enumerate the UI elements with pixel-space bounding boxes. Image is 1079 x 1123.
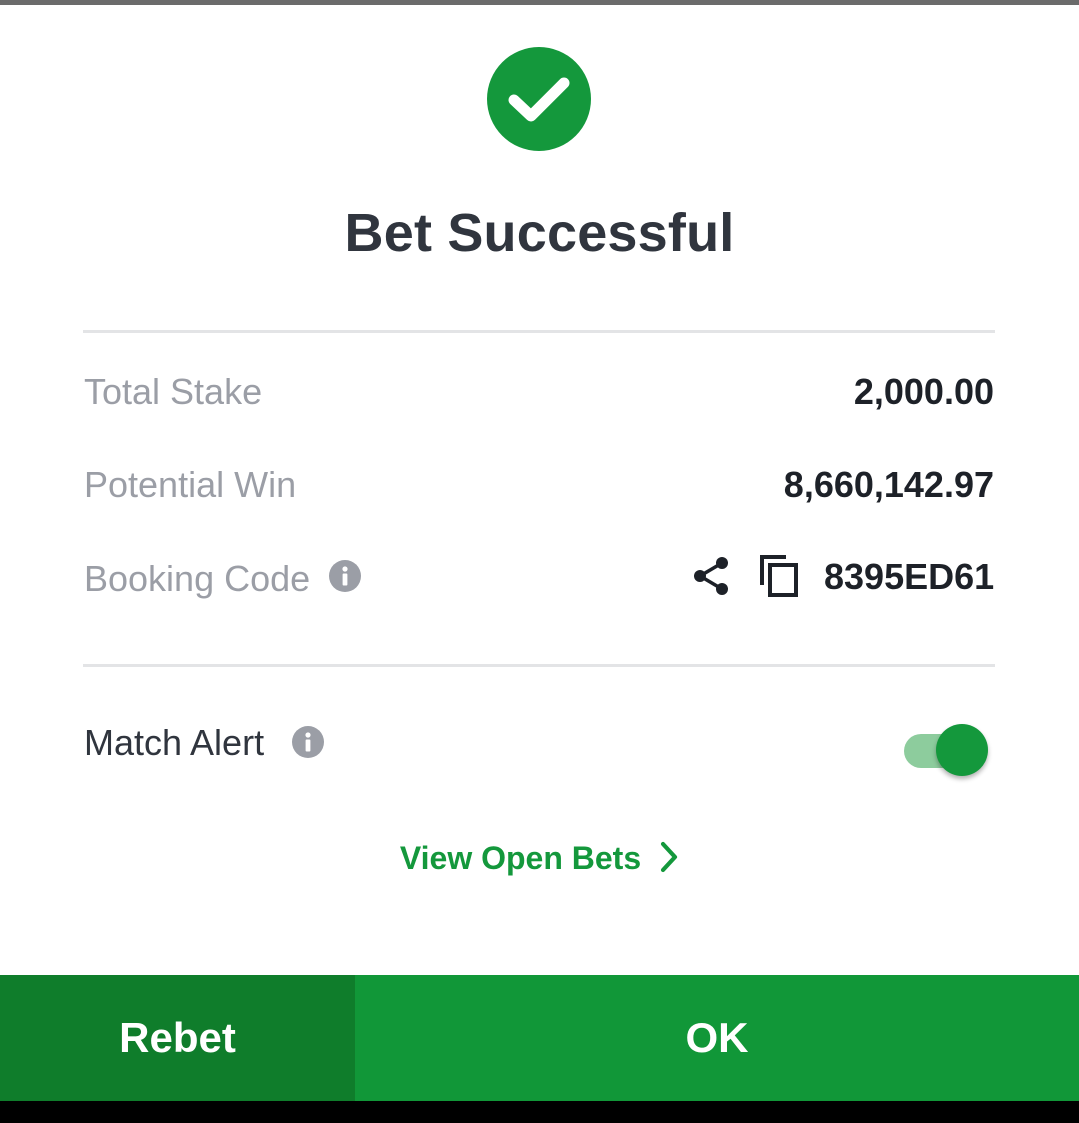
rebet-button[interactable]: Rebet	[0, 975, 355, 1101]
total-stake-label: Total Stake	[84, 371, 263, 412]
system-nav-bar	[0, 1101, 1079, 1123]
chevron-right-icon	[661, 841, 678, 873]
toggle-knob	[936, 724, 988, 776]
view-open-bets-label: View Open Bets	[399, 840, 642, 876]
copy-icon[interactable]	[758, 553, 802, 599]
ok-button[interactable]: OK	[355, 975, 1079, 1101]
top-border	[0, 0, 1079, 5]
divider-top	[83, 330, 995, 333]
potential-win-label: Potential Win	[84, 464, 297, 505]
booking-code-info-icon[interactable]	[329, 560, 361, 592]
booking-code-label: Booking Code	[84, 558, 311, 599]
share-icon[interactable]	[690, 555, 732, 597]
booking-code-value: 8395ED61	[824, 556, 995, 597]
potential-win-value: 8,660,142.97	[783, 464, 994, 505]
match-alert-label: Match Alert	[84, 722, 265, 763]
success-check-icon	[487, 47, 591, 151]
divider-bottom	[83, 664, 995, 667]
match-alert-toggle[interactable]	[902, 724, 988, 778]
page-title: Bet Successful	[344, 203, 735, 263]
view-open-bets-link[interactable]: View Open Bets	[0, 840, 1079, 877]
total-stake-value: 2,000.00	[853, 371, 994, 412]
match-alert-info-icon[interactable]	[292, 726, 324, 758]
